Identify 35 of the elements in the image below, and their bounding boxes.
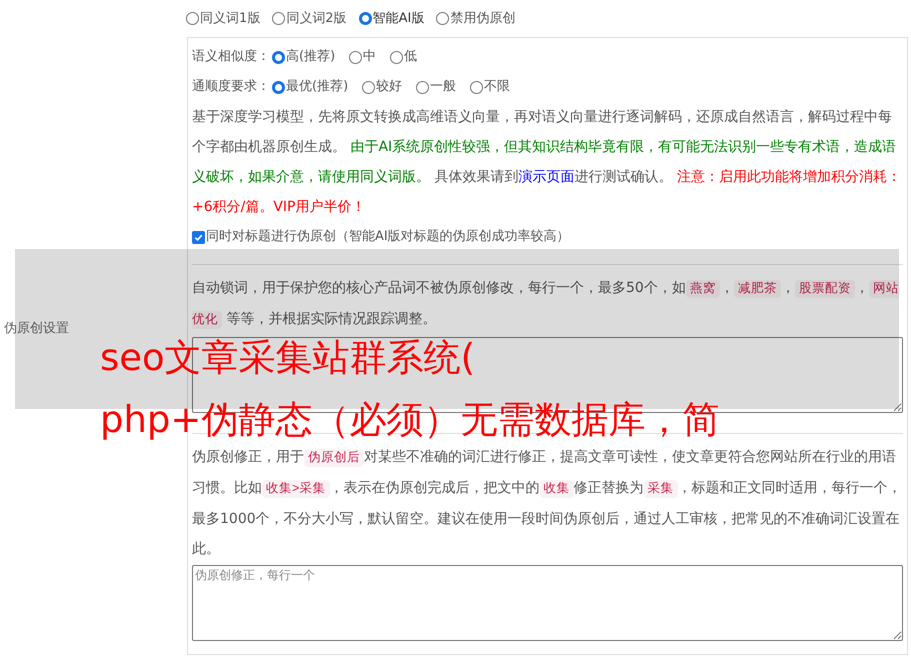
radio-label: 同义词2版 [286,10,347,28]
demo-page-link[interactable]: 演示页面 [518,169,574,185]
radio-button[interactable] [349,50,362,64]
ai-description: 基于深度学习模型，先将原文转换成高维语义向量，再对语义向量进行逐词解码，还原成自然语言，解码过程中每个字都由机器原创生成。 由于AI系统原创性较强，但其知识结构毕竟有限，有可能无法识别一些专有术语，造成语义破坏，如果介意，请使用同义词版。 具体效果请到演示页面进行测试确认。 注意：启用此功能将增加积分消耗：+6积分/篇。VIP用户半价！ [192,108,902,217]
setting-label: 语义相似度： [192,48,270,66]
correction-description: 伪原创修正，用于 伪原创后 对某些不准确的词汇进行修正，提高文章可读性，使文章更符合您网站所在行业的用语习惯。比如 收集>采集 ，表示在伪原创完成后，把文中的 收集 修正替换为 采集 ，标题和正文同时适用，每行一个，最多1000个，不分大小写，默认留空。建议在使用一段时间伪原创后，通过人工审核，把常见的不准确词汇设置在此。 [192,448,903,559]
check-icon [194,232,203,242]
radio-label: 智能AI版 [372,10,424,28]
radio-label: 禁用伪原创 [450,10,516,28]
checkbox-label: 同时对标题进行伪原创（智能AI版对标题的伪原创成功率较高） [206,228,570,246]
radio-label: 低 [404,48,418,66]
radio-button[interactable] [362,80,376,94]
radio-label: 高(推荐) [286,48,336,66]
radio-button[interactable] [416,80,430,94]
radio-button[interactable] [358,12,372,25]
radio-button[interactable] [186,12,199,25]
radio-button[interactable] [436,12,450,25]
checkbox[interactable] [192,230,205,244]
radio-label: 一般 [430,78,456,96]
radio-button[interactable] [390,50,404,64]
radio-label: 最优(推荐) [286,78,348,96]
caption-overlay: php+伪静态（必须）无需数据库，简 [100,400,720,440]
radio-button[interactable] [272,80,285,94]
radio-label: 同义词1版 [200,10,260,28]
radio-label: 中 [363,48,376,66]
radio-button[interactable] [272,50,285,64]
correction-input[interactable]: 伪原创修正，每行一个 [192,565,903,641]
section-label: 伪原创设置 [4,320,69,338]
auto-lock-description: 自动锁词，用于保护您的核心产品词不被伪原创修改，每行一个，最多50个，如 燕窝 ， 减肥茶 ， 股票配资 ， 网站优化 等等，并根据实际情况跟踪调整。 [192,279,900,331]
radio-label: 较好 [376,78,402,96]
caption-overlay: seo文章采集站群系统( [100,338,476,378]
radio-button[interactable] [272,12,286,25]
radio-label: 不限 [484,78,510,96]
radio-button[interactable] [470,80,484,94]
setting-label: 通顺度要求： [192,78,270,96]
